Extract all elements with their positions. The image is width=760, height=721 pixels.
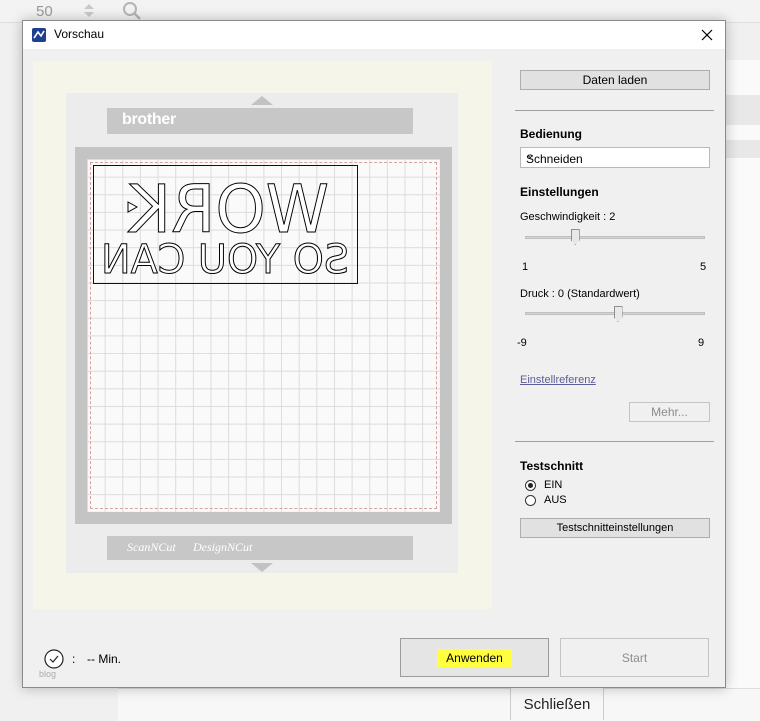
test-cut-heading: Testschnitt	[520, 459, 584, 473]
preview-area: brother WORK SO YOU CAN ScanNCut DesignN…	[33, 61, 492, 609]
mat-bottom-bar: ScanNCut DesignNCut	[107, 536, 413, 560]
pressure-slider-thumb[interactable]	[613, 306, 623, 322]
test-cut-off-radio[interactable]	[525, 495, 536, 506]
operation-heading: Bedienung	[520, 127, 582, 141]
speed-label: Geschwindigkeit : 2	[520, 211, 616, 223]
cutting-mat: brother WORK SO YOU CAN ScanNCut DesignN…	[66, 93, 458, 573]
watermark-text: blog	[39, 669, 57, 679]
test-cut-settings-button[interactable]: Testschnitteinstellungen	[520, 518, 710, 538]
speed-min-label: 1	[522, 261, 529, 273]
brand-logo: brother	[122, 111, 176, 128]
apply-button-label: Anwenden	[437, 648, 512, 667]
separator	[515, 110, 714, 111]
search-icon	[123, 2, 141, 20]
time-separator: :	[72, 652, 76, 666]
speed-slider-track[interactable]	[525, 236, 705, 239]
start-button[interactable]: Start	[560, 638, 709, 677]
preview-dialog: Vorschau brother WORK SO YOU CAN ScanNCu…	[22, 20, 726, 688]
mat-brand-bar: brother	[107, 108, 413, 134]
mat-frame: WORK SO YOU CAN	[75, 147, 452, 524]
background-footer	[118, 688, 760, 721]
close-icon[interactable]	[695, 23, 719, 47]
designncut-logo: DesignNCut	[193, 540, 253, 554]
settings-heading: Einstellungen	[520, 185, 599, 199]
clock-icon	[44, 649, 64, 669]
speed-slider-thumb[interactable]	[570, 229, 580, 245]
svg-text:SO YOU CAN: SO YOU CAN	[101, 237, 349, 281]
apply-button[interactable]: Anwenden	[400, 638, 549, 677]
test-cut-on-label: EIN	[544, 479, 563, 491]
background-row	[725, 95, 760, 125]
pressure-label: Druck : 0 (Standardwert)	[520, 288, 640, 300]
speed-max-label: 5	[700, 261, 707, 273]
separator	[515, 441, 714, 442]
background-row	[725, 140, 760, 158]
design-preview[interactable]: WORK SO YOU CAN	[93, 165, 358, 284]
test-cut-off-label: AUS	[544, 494, 567, 506]
arrow-up-icon	[251, 96, 273, 105]
background-right-panel	[725, 60, 760, 720]
test-cut-on-radio[interactable]	[525, 480, 536, 491]
background-zoom-value: 50	[36, 3, 53, 20]
spinner-icon	[84, 4, 94, 17]
mirrored-text-design: WORK SO YOU CAN	[101, 171, 350, 282]
load-data-button[interactable]: Daten laden	[520, 70, 710, 90]
title-bar: Vorschau	[23, 21, 725, 49]
dialog-title: Vorschau	[54, 27, 105, 41]
arrow-down-icon	[251, 563, 273, 572]
pressure-max-label: 9	[698, 337, 705, 349]
chevron-down-icon: ⌄	[526, 150, 535, 161]
settings-reference-link[interactable]: Einstellreferenz	[520, 374, 596, 386]
scanncut-app-icon	[32, 28, 46, 42]
pressure-min-label: -9	[517, 337, 527, 349]
operation-select[interactable]: Schneiden ⌄	[520, 147, 710, 168]
estimated-time: -- Min.	[87, 652, 121, 666]
scanncut-logo: ScanNCut	[127, 540, 176, 554]
background-close-button[interactable]: Schließen	[510, 688, 604, 720]
more-button[interactable]: Mehr...	[629, 402, 710, 422]
mat-grid: WORK SO YOU CAN	[87, 159, 440, 512]
